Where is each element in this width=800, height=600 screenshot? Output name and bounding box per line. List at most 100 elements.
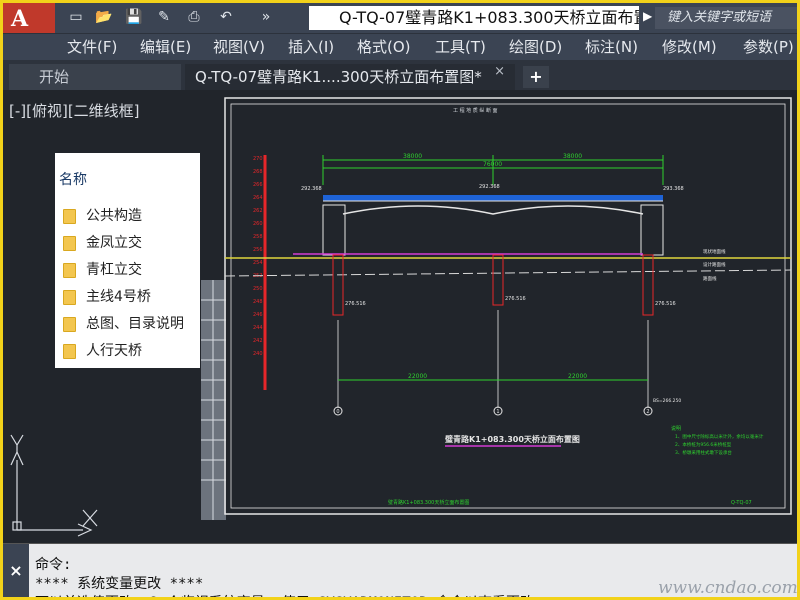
tree-item-label: 金凤立交 — [86, 235, 142, 251]
notes: 1、图中尺寸除标高以米计外，余均以毫米计 2、本桥桩为956.6米桥桩型 3、桥… — [675, 433, 764, 456]
piers — [332, 254, 654, 316]
undo-icon[interactable]: ↶ — [215, 7, 237, 27]
elev-right: 293.368 — [663, 186, 684, 192]
menu-edit[interactable]: 编辑(E) — [140, 36, 191, 57]
folder-icon — [63, 262, 76, 278]
svg-text:268: 268 — [253, 169, 263, 175]
svg-text:246: 246 — [253, 312, 263, 318]
menu-view[interactable]: 视图(V) — [213, 36, 265, 57]
menu-insert[interactable]: 插入(I) — [288, 36, 334, 57]
svg-text:242: 242 — [253, 338, 263, 344]
total-dim: 76000 — [483, 161, 502, 168]
tree-item-public[interactable]: 公共构造 — [63, 205, 142, 227]
tree-item-jinfeng[interactable]: 金凤立交 — [63, 232, 142, 254]
folder-icon — [63, 208, 76, 224]
menu-draw[interactable]: 绘图(D) — [509, 36, 562, 57]
menu-modify[interactable]: 修改(M) — [662, 36, 717, 57]
search-input[interactable]: 键入关键字或短语 — [655, 7, 797, 29]
svg-text:266: 266 — [253, 182, 263, 188]
folder-icon — [63, 235, 76, 251]
tree-item-label: 主线4号桥 — [86, 289, 151, 305]
side-label-3: 路面线 — [703, 275, 717, 282]
tree-header: 名称 — [59, 172, 87, 188]
road-centerline — [224, 269, 792, 277]
svg-text:250: 250 — [253, 286, 263, 292]
open-icon[interactable]: 📂 — [93, 7, 115, 27]
new-tab-button[interactable]: + — [523, 66, 549, 88]
folder-icon — [63, 289, 76, 305]
menu-tools[interactable]: 工具(T) — [435, 36, 486, 57]
svg-text:276.516: 276.516 — [345, 301, 366, 307]
app-window: A ▭ 📂 💾 ✎ ⎙ ↶ » Q-TQ-07璧青路K1+083.300天桥立面… — [0, 0, 800, 600]
svg-text:254: 254 — [253, 260, 263, 266]
left-stair-tower — [322, 204, 346, 256]
folder-icon — [63, 343, 76, 359]
title-bar: A ▭ 📂 💾 ✎ ⎙ ↶ » Q-TQ-07璧青路K1+083.300天桥立面… — [3, 3, 797, 33]
saveas-icon[interactable]: ✎ — [153, 7, 175, 27]
drawing-number: Q-TQ-07 — [731, 500, 752, 506]
app-logo-letter: A — [11, 6, 29, 32]
tree-item-footbridge[interactable]: 人行天桥 — [63, 340, 142, 362]
new-icon[interactable]: ▭ — [65, 7, 87, 27]
svg-text:244: 244 — [253, 325, 263, 331]
tab-drawing[interactable]: Q-TQ-07璧青路K1....300天桥立面布置图* × — [185, 64, 515, 90]
tab-bar: 开始 Q-TQ-07璧青路K1....300天桥立面布置图* × + — [3, 60, 797, 90]
tab-drawing-label: Q-TQ-07璧青路K1....300天桥立面布置图* — [195, 68, 482, 86]
svg-text:3、桥墩采用柱式墩下设承台: 3、桥墩采用柱式墩下设承台 — [675, 449, 732, 456]
watermark: www.cndao.com — [658, 578, 798, 598]
svg-text:248: 248 — [253, 299, 263, 305]
svg-text:1、图中尺寸除标高以米计外，余均以毫米计: 1、图中尺寸除标高以米计外，余均以毫米计 — [675, 433, 764, 440]
span-dim-2: 38000 — [563, 153, 582, 160]
tree-item-label: 青杠立交 — [86, 262, 142, 278]
side-label-2: 设计路面线 — [703, 261, 726, 268]
drawing-canvas[interactable]: [-][俯视][二维线框] 工 程 地 质 纵 断 面 270 268 266 26… — [3, 90, 797, 543]
app-logo[interactable]: A — [3, 3, 55, 33]
top-dimensions — [322, 155, 664, 185]
gauge-labels: 270268 266264 262260 258256 254252 25024… — [253, 156, 263, 357]
chainage-label: BS=266.250 — [653, 398, 681, 404]
tree-item-label: 总图、目录说明 — [86, 316, 184, 332]
ucs-icon — [10, 434, 98, 537]
axis-label-2: 2 — [646, 409, 649, 415]
title-arrow-icon[interactable]: ▶ — [643, 9, 652, 23]
elev-mid: 292.368 — [479, 184, 500, 190]
save-icon[interactable]: 💾 — [123, 7, 145, 27]
svg-text:258: 258 — [253, 234, 263, 240]
pile-labels: 276.516 276.516 276.516 — [345, 296, 676, 307]
tree-item-bridge4[interactable]: 主线4号桥 — [63, 286, 151, 308]
tab-close-icon[interactable]: × — [494, 64, 505, 79]
tree-item-general[interactable]: 总图、目录说明 — [63, 313, 184, 335]
menu-file[interactable]: 文件(F) — [67, 36, 117, 57]
command-line-2: **** 系统变量更改 **** — [35, 576, 204, 592]
tree-item-qinggang[interactable]: 青杠立交 — [63, 259, 142, 281]
drawing-title: 璧青路K1+083.300天桥立面布置图 — [445, 434, 580, 444]
folder-icon — [63, 316, 76, 332]
more-icon[interactable]: » — [255, 7, 277, 27]
axis-markers — [333, 406, 653, 416]
svg-text:264: 264 — [253, 195, 263, 201]
drawing-header-text: 工 程 地 质 纵 断 面 — [453, 107, 498, 114]
side-label-1: 现状地面线 — [703, 248, 726, 255]
menu-bar: 文件(F) 编辑(E) 视图(V) 插入(I) 格式(O) 工具(T) 绘图(D… — [3, 33, 797, 60]
axis-label-1: 1 — [496, 409, 499, 415]
command-line-3: 可以单选值更改, 2 个临视系统变量, 使用 SYSVARMONITOR 命令以… — [35, 592, 534, 597]
axis-lines — [337, 310, 649, 408]
print-icon[interactable]: ⎙ — [183, 7, 205, 27]
menu-parameters[interactable]: 参数(P) — [743, 36, 794, 57]
document-title: Q-TQ-07璧青路K1+083.300天桥立面布置... — [309, 6, 639, 30]
command-close-icon[interactable]: × — [3, 544, 29, 597]
command-line-1: 命令: — [35, 557, 72, 573]
svg-text:276.516: 276.516 — [655, 301, 676, 307]
svg-text:260: 260 — [253, 221, 263, 227]
lower-span-2: 22000 — [568, 373, 587, 380]
menu-dimension[interactable]: 标注(N) — [585, 36, 638, 57]
bridge-deck — [323, 195, 663, 215]
elev-left: 292.368 — [301, 186, 322, 192]
svg-text:276.516: 276.516 — [505, 296, 526, 302]
right-stair-tower — [640, 204, 664, 256]
axis-label-0: 0 — [336, 409, 339, 415]
tree-panel: 名称 公共构造 金凤立交 青杠立交 主线4号桥 总图、目录说明 人行天桥 — [55, 153, 200, 368]
tab-start[interactable]: 开始 — [9, 64, 181, 90]
menu-format[interactable]: 格式(O) — [357, 36, 411, 57]
tree-item-label: 公共构造 — [86, 208, 142, 224]
